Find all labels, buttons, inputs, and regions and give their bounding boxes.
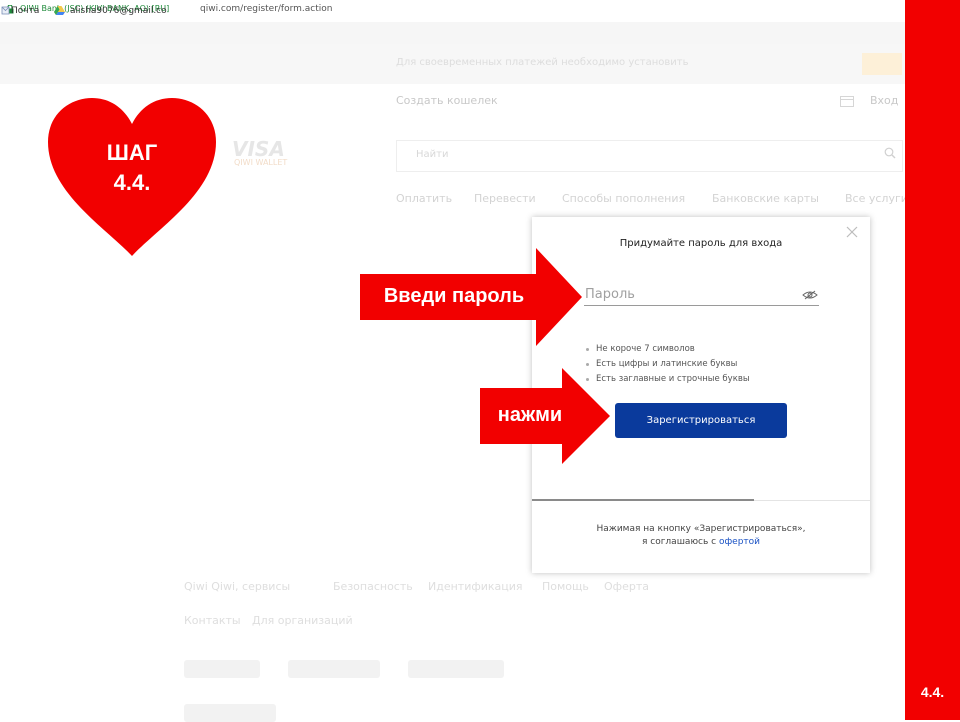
site-logo-subtitle: QIWI WALLET <box>234 158 288 167</box>
bookmark-gmail[interactable]: alisha9076@gmail.co <box>70 6 167 16</box>
step-title: ШАГ <box>106 140 158 165</box>
requirement-case: Есть заглавные и строчные буквы <box>586 374 750 384</box>
url-text[interactable]: qiwi.com/register/form.action <box>200 4 332 14</box>
footer-link-5[interactable]: Оферта <box>604 580 649 593</box>
modal-title: Придумайте пароль для входа <box>619 238 783 249</box>
nav-topup[interactable]: Способы пополнения <box>562 192 685 205</box>
nav-transfer[interactable]: Перевести <box>474 192 536 205</box>
side-step-label: 4.4. <box>920 684 945 700</box>
nav-all-services[interactable]: Все услуги <box>845 192 908 205</box>
close-icon[interactable] <box>846 226 858 238</box>
google-play-badge[interactable] <box>288 660 380 678</box>
extra-badge[interactable] <box>184 704 276 722</box>
requirement-length: Не короче 7 символов <box>586 344 695 354</box>
app-store-badge[interactable] <box>184 660 260 678</box>
eye-icon[interactable] <box>802 289 818 301</box>
create-wallet-link[interactable]: Создать кошелек <box>396 94 498 107</box>
bookmark-mail[interactable]: Почта <box>11 6 39 16</box>
footer-link-3[interactable]: Идентификация <box>428 580 523 593</box>
footer-link-1[interactable]: Qiwi Qiwi, сервисы <box>184 580 290 593</box>
password-input[interactable] <box>584 283 819 306</box>
search-placeholder: Найти <box>416 149 449 160</box>
step-number: 4.4. <box>113 170 151 195</box>
mail-icon <box>1 6 10 15</box>
windows-store-badge[interactable] <box>408 660 504 678</box>
footer-link-4[interactable]: Помощь <box>542 580 589 593</box>
bookmarks-bar <box>0 22 905 45</box>
nav-pay[interactable]: Оплатить <box>396 192 452 205</box>
notice-text: Для своевременных платежей необходимо ус… <box>396 57 689 68</box>
agreement-text: Нажимая на кнопку «Зарегистрироваться», <box>596 524 806 534</box>
register-button[interactable]: Зарегистрироваться <box>615 403 787 438</box>
modal-progress-line <box>532 499 754 501</box>
footer-link-7[interactable]: Для организаций <box>252 614 353 627</box>
footer-link-2[interactable]: Безопасность <box>333 580 413 593</box>
notice-button[interactable] <box>862 53 902 75</box>
login-link[interactable]: Вход <box>870 94 898 107</box>
drive-icon <box>54 6 65 15</box>
agreement-text-line2: я соглашаюсь с офертой <box>532 537 870 547</box>
footer-link-6[interactable]: Контакты <box>184 614 241 627</box>
enter-password-callout: Введи пароль <box>383 285 525 307</box>
click-callout: нажми <box>497 404 563 426</box>
requirement-digits: Есть цифры и латинские буквы <box>585 359 738 369</box>
wallet-icon <box>840 96 854 107</box>
offer-link[interactable]: офертой <box>719 537 760 547</box>
agreement-prefix: я соглашаюсь с <box>641 537 719 547</box>
side-stripe <box>905 0 960 720</box>
search-icon[interactable] <box>884 147 896 159</box>
search-input[interactable] <box>396 140 903 172</box>
nav-cards[interactable]: Банковские карты <box>712 192 819 205</box>
